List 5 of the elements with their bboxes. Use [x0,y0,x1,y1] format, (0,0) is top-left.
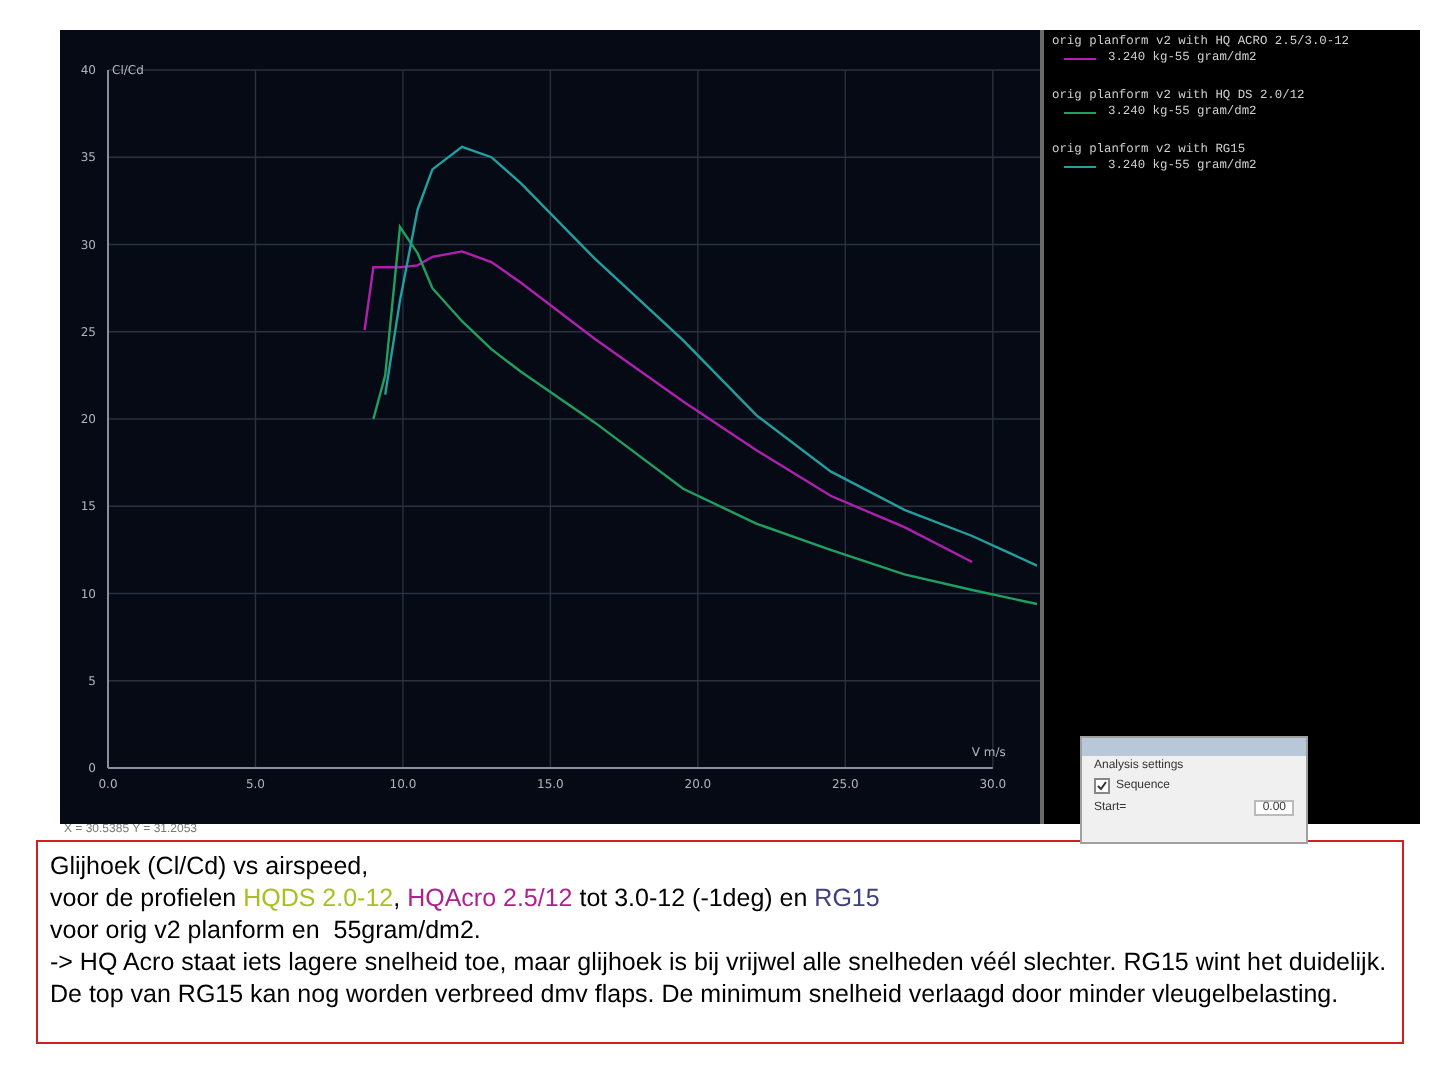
note-text: voor orig v2 planform en 55gram/dm2. [50,914,483,946]
note-text: -> HQ Acro staat iets lagere snelheid toe, maar glijhoek is bij vrijwel alle snelheden véél slechter. RG15 wint het duidelijk. De top van RG15 kan nog worden verbreed dmv flaps. De minimum snelheid verlaagd door minder vleugelbelasting. [50,946,1389,1010]
note-text: Glijhoek (Cl/Cd) vs airspeed, [50,850,371,882]
sequence-checkbox[interactable] [1094,778,1110,794]
note-text: voor de profielen HQDS 2.0-12, HQAcro 2.5/12 tot 3.0-12 (-1deg) en RG15 [50,882,882,914]
